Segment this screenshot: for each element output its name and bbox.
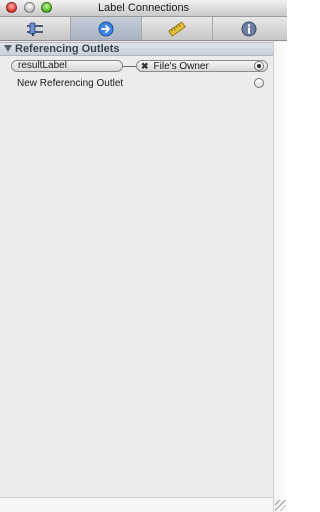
outlet-name-pill[interactable]: resultLabel — [11, 60, 123, 72]
tab-connections[interactable] — [71, 17, 142, 40]
vertical-scrollbar[interactable] — [273, 41, 287, 512]
bottom-strip — [0, 497, 273, 512]
info-icon — [241, 21, 256, 36]
resize-grip-icon[interactable] — [275, 500, 286, 511]
inspector-tab-bar — [0, 17, 287, 41]
connection-line — [122, 66, 137, 67]
connection-circle-empty[interactable] — [254, 78, 264, 88]
connection-row: resultLabel ✖ File's Owner — [0, 59, 273, 74]
title-bar: Label Connections — [0, 0, 287, 17]
tab-identity[interactable] — [213, 17, 284, 40]
connection-target-label: File's Owner — [153, 61, 209, 72]
window-title: Label Connections — [97, 2, 190, 14]
arrow-circle-icon — [98, 21, 114, 36]
disclosure-triangle-icon[interactable] — [4, 45, 12, 52]
section-title: Referencing Outlets — [15, 43, 120, 55]
slider-icon — [27, 22, 43, 36]
connection-target-pill[interactable]: ✖ File's Owner — [136, 60, 268, 72]
ruler-icon — [168, 20, 186, 37]
tab-size[interactable] — [142, 17, 213, 40]
tab-attributes[interactable] — [0, 17, 71, 40]
new-referencing-outlet-label: New Referencing Outlet — [17, 78, 124, 89]
disconnect-x-icon[interactable]: ✖ — [141, 61, 149, 71]
new-referencing-outlet-row: New Referencing Outlet — [0, 76, 273, 91]
connection-circle-filled[interactable] — [254, 61, 264, 71]
inspector-window: Label Connections Referencing Outlets re… — [0, 0, 287, 512]
section-header-referencing-outlets[interactable]: Referencing Outlets — [0, 42, 273, 56]
